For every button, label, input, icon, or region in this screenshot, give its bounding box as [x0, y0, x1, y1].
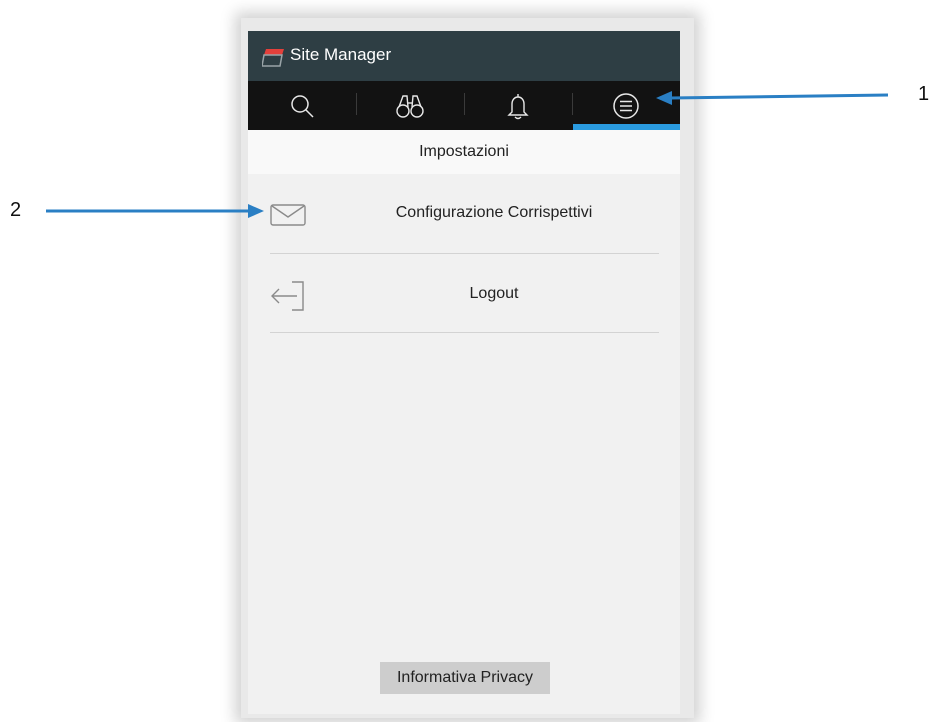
callout-arrowhead-1 [656, 91, 672, 105]
callout-arrows [46, 91, 889, 218]
callout-number-1: 1 [918, 83, 930, 105]
callout-arrow-1 [669, 93, 889, 100]
callout-number-2: 2 [10, 199, 22, 221]
callout-arrowhead-2 [248, 204, 264, 218]
